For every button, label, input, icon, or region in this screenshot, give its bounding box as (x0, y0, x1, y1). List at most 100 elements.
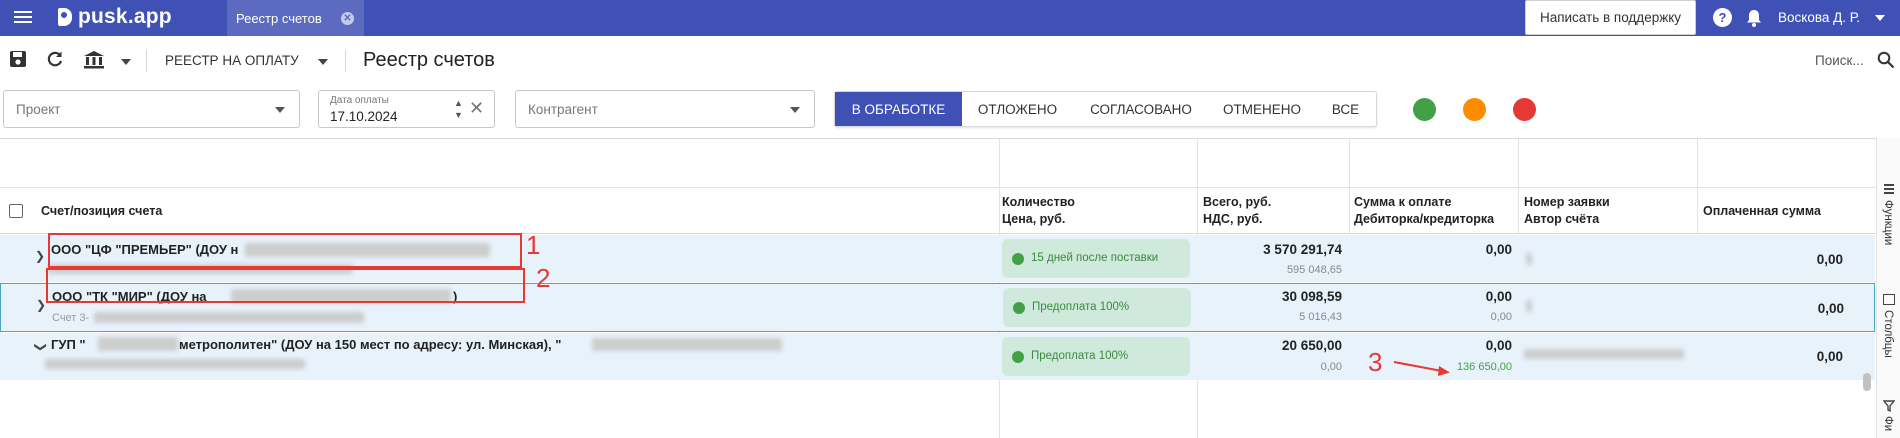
logo-mark-icon (58, 8, 72, 26)
registry-mode-dropdown[interactable]: РЕЕСТР НА ОПЛАТУ (165, 53, 299, 68)
payment-terms-badge: Предоплата 100% (1003, 288, 1191, 327)
column-header-quantity[interactable]: Количество Цена, руб. (1002, 194, 1075, 228)
columns-tab[interactable]: Столбцы (1882, 310, 1894, 358)
green-status-filter[interactable] (1413, 98, 1436, 121)
filter-icon[interactable] (1883, 400, 1895, 412)
date-stepper-icon[interactable]: ▲ ▼ (454, 97, 463, 121)
header-line: Сумма к оплате (1354, 195, 1452, 209)
orange-status-filter[interactable] (1463, 98, 1486, 121)
clear-icon[interactable]: ✕ (469, 98, 484, 119)
top-app-bar: pusk.app Реестр счетов ✕ Написать в подд… (0, 0, 1900, 36)
tab-all[interactable]: ВСЕ (1315, 92, 1376, 126)
header-line: Всего, руб. (1203, 195, 1272, 209)
table-row[interactable]: ❯ ГУП " метрополитен" (ДОУ на 150 мест п… (0, 333, 1875, 380)
column-header-paid[interactable]: Оплаченная сумма (1703, 203, 1821, 220)
paid-amount: 0,00 (1817, 301, 1844, 316)
terms-label: Предоплата 100% (1032, 301, 1130, 313)
tab-cancelled[interactable]: ОТМЕНЕНО (1209, 92, 1315, 126)
total-amount: 3 570 291,74 (1263, 242, 1342, 257)
status-dot-icon (1013, 302, 1025, 314)
header-line: Номер заявки (1524, 195, 1610, 209)
redacted-text (94, 312, 364, 323)
column-header-to-pay[interactable]: Сумма к оплате Дебиторка/кредиторка (1354, 194, 1494, 228)
toolbar-divider (146, 50, 147, 72)
column-header-request[interactable]: Номер заявки Автор счёта (1524, 194, 1610, 228)
tab-approved[interactable]: СОГЛАСОВАНО (1073, 92, 1209, 126)
payment-date-field[interactable]: Дата оплаты 17.10.2024 ▲ ▼ ✕ (318, 90, 495, 128)
annotation-arrow-icon (1393, 361, 1450, 376)
bank-icon[interactable] (83, 50, 105, 69)
red-status-filter[interactable] (1513, 98, 1536, 121)
row-title-tail: метрополитен" (ДОУ на 150 мест по адресу… (179, 337, 562, 352)
redacted-text (98, 337, 178, 351)
annotation-box-1 (48, 233, 522, 268)
total-amount: 30 098,59 (1281, 289, 1342, 304)
column-header-name[interactable]: Счет/позиция счета (41, 203, 162, 220)
paid-amount: 0,00 (1816, 252, 1843, 267)
date-value[interactable]: 17.10.2024 (330, 109, 398, 124)
header-line: Количество (1002, 195, 1075, 209)
chevron-down-icon[interactable] (790, 107, 800, 113)
amount-to-pay: 0,00 (1485, 242, 1512, 257)
terms-label: 15 дней после поставки (1031, 252, 1159, 264)
menu-icon[interactable] (14, 8, 32, 26)
vat-amount: 5 016,43 (1299, 311, 1342, 323)
toolbar: РЕЕСТР НА ОПЛАТУ Реестр счетов Поиск... (0, 38, 1900, 82)
app-logo[interactable]: pusk.app (58, 5, 172, 29)
paid-amount: 0,00 (1816, 349, 1843, 364)
redacted-text (1526, 253, 1532, 265)
project-select[interactable]: Проект (3, 90, 300, 128)
header-line: НДС, руб. (1203, 212, 1263, 226)
refresh-icon[interactable] (46, 50, 64, 68)
header-line: Цена, руб. (1002, 212, 1066, 226)
scrollbar[interactable] (1863, 373, 1871, 391)
tab-invoice-registry[interactable]: Реестр счетов ✕ (227, 0, 364, 36)
annotation-box-2 (46, 268, 525, 303)
column-header-total[interactable]: Всего, руб. НДС, руб. (1203, 194, 1271, 228)
tab-label: Реестр счетов (236, 10, 322, 26)
date-label: Дата оплаты (330, 95, 389, 106)
select-all-checkbox[interactable] (9, 204, 23, 218)
payment-terms-badge: Предоплата 100% (1002, 337, 1190, 376)
invoice-number: Счет 3- (52, 312, 90, 324)
chevron-down-icon[interactable] (318, 59, 328, 65)
tab-postponed[interactable]: ОТЛОЖЕНО (962, 92, 1073, 126)
redacted-text (1526, 300, 1532, 312)
vat-amount: 595 048,65 (1286, 264, 1342, 276)
table-header: Счет/позиция счета Количество Цена, руб.… (0, 187, 1878, 234)
total-amount: 20 650,00 (1281, 338, 1342, 353)
chevron-down-icon[interactable]: ❯ (34, 342, 48, 352)
page-title: Реестр счетов (363, 49, 495, 71)
chevron-down-icon[interactable] (1875, 15, 1885, 21)
bell-icon[interactable] (1745, 8, 1763, 28)
row-title: ГУП " (51, 337, 86, 352)
redacted-text (592, 338, 782, 351)
counterparty-select[interactable]: Контрагент (515, 90, 815, 128)
chevron-right-icon[interactable]: ❯ (35, 249, 45, 263)
toolbar-divider (345, 50, 346, 72)
help-icon[interactable]: ? (1713, 8, 1732, 27)
support-button[interactable]: Написать в поддержку (1525, 0, 1696, 35)
status-dot-icon (1012, 253, 1024, 265)
annotation-label-3: 3 (1368, 347, 1383, 377)
header-line: Автор счёта (1524, 212, 1600, 226)
close-icon[interactable]: ✕ (341, 12, 354, 25)
chevron-down-icon[interactable] (275, 107, 285, 113)
save-icon[interactable] (9, 50, 27, 68)
redacted-text (45, 359, 305, 369)
chevron-right-icon[interactable]: ❯ (36, 298, 46, 312)
tab-in-processing[interactable]: В ОБРАБОТКЕ (835, 92, 962, 126)
search-icon[interactable] (1877, 51, 1895, 69)
search-input[interactable]: Поиск... (1815, 53, 1864, 68)
counterparty-placeholder: Контрагент (528, 102, 598, 117)
functions-tab[interactable]: Функции (1882, 200, 1894, 245)
filters-tab[interactable]: Фи (1882, 416, 1894, 431)
columns-icon[interactable] (1883, 294, 1895, 305)
payment-terms-badge: 15 дней после поставки (1002, 239, 1190, 278)
project-placeholder: Проект (16, 102, 61, 117)
amount-to-pay: 0,00 (1485, 289, 1512, 304)
side-panel: Функции Столбцы Фи (1876, 138, 1900, 438)
user-name[interactable]: Воскова Д. Р. (1778, 10, 1860, 25)
bank-menu-chevron-icon[interactable] (121, 59, 131, 65)
functions-menu-icon[interactable] (1884, 184, 1894, 194)
